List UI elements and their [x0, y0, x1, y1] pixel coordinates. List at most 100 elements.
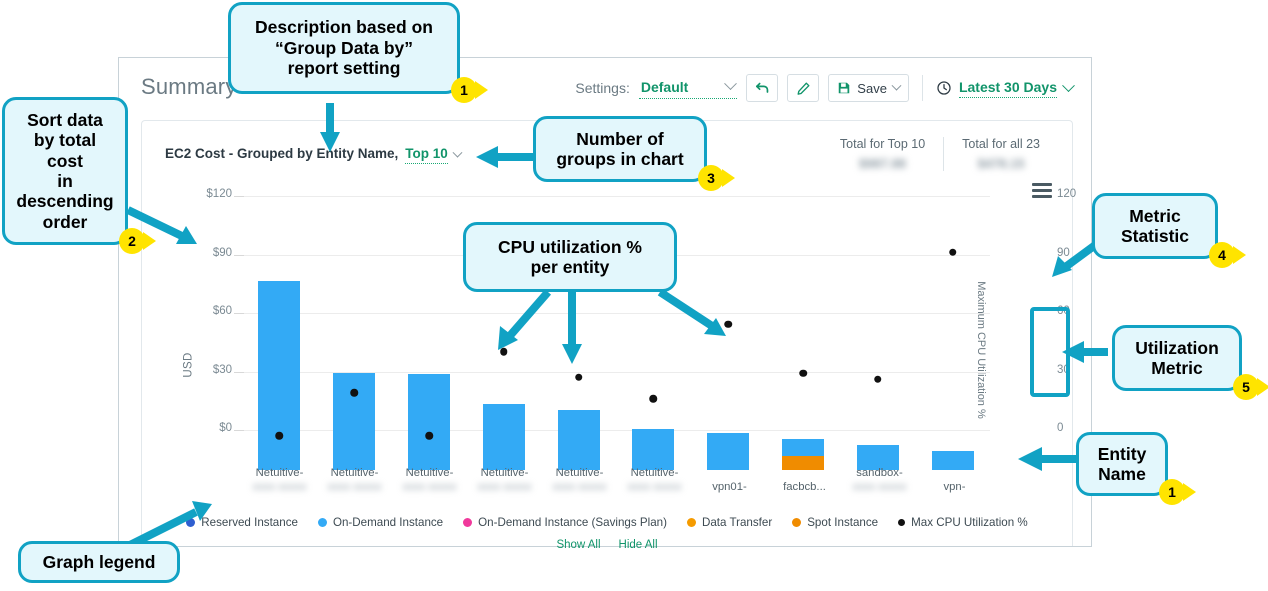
legend-item[interactable]: Spot Instance — [792, 516, 878, 529]
legend-item[interactable]: Reserved Instance — [186, 516, 298, 529]
callout-badge: 3 — [698, 165, 724, 191]
chart-title: EC2 Cost - Grouped by Entity Name, — [165, 146, 399, 161]
x-axis-label-text: sandbox- — [856, 466, 903, 479]
legend-swatch-icon — [463, 518, 473, 527]
bar-segment[interactable] — [557, 409, 600, 470]
cpu-utilization-point[interactable] — [799, 369, 807, 377]
undo-button[interactable] — [746, 74, 779, 102]
cpu-utilization-point[interactable] — [649, 394, 658, 403]
cpu-utilization-point[interactable] — [574, 373, 583, 381]
callout-entity-name-text: Entity Name — [1097, 443, 1147, 484]
legend-swatch-icon — [898, 519, 906, 526]
x-axis-label: Netuitive-xxxx xxxxx — [537, 466, 623, 494]
top-n-value: Top 10 — [405, 146, 448, 164]
callout-badge: 4 — [1209, 242, 1235, 268]
chevron-down-icon — [452, 147, 463, 158]
callout-sort-order: Sort data by total cost in descending or… — [2, 97, 145, 254]
bar[interactable] — [707, 432, 750, 470]
x-axis-label: Netuitive-xxxx xxxxx — [387, 466, 473, 494]
bar-segment[interactable] — [482, 403, 525, 470]
legend-label: Data Transfer — [701, 516, 773, 529]
undo-arrow-icon — [755, 82, 769, 93]
chart-legend: Reserved Instance On-Demand Instance On-De… — [142, 516, 1072, 529]
cpu-utilization-point[interactable] — [500, 347, 508, 356]
bar[interactable] — [333, 372, 376, 470]
cpu-utilization-point[interactable] — [874, 375, 882, 383]
settings-label: Settings: — [575, 80, 630, 96]
x-axis-label-text: Netuitive- — [330, 466, 379, 479]
x-axis-label: Netuitive-xxxx xxxxx — [237, 466, 323, 494]
chart-card: EC2 Cost - Grouped by Entity Name, Top 1… — [141, 120, 1076, 551]
x-axis-label-text: Netuitive- — [555, 466, 604, 479]
callout-badge: 2 — [119, 228, 145, 254]
cpu-utilization-point[interactable] — [948, 248, 957, 256]
top-n-dropdown[interactable]: Top 10 — [405, 146, 463, 164]
callout-description: Description based on “Group Data by” rep… — [228, 2, 477, 103]
x-axis-label: Netuitive-xxxx xxxxx — [312, 466, 398, 494]
cpu-utilization-point[interactable] — [275, 431, 284, 440]
bar-segment[interactable] — [333, 372, 376, 470]
x-axis-label-text: Netuitive- — [405, 466, 454, 479]
save-button[interactable]: Save — [828, 74, 909, 102]
bar-segment[interactable] — [258, 280, 301, 470]
x-axis-label-redacted: xxxx xxxxx — [327, 480, 382, 493]
legend-item[interactable]: Data Transfer — [686, 516, 773, 529]
y2-axis-tick-label: 60 — [1057, 305, 1070, 317]
edit-button[interactable] — [787, 74, 820, 102]
legend-item[interactable]: On-Demand Instance — [317, 516, 444, 529]
callout-cpu-utilization-text: CPU utilization % per entity — [498, 236, 642, 277]
bar[interactable] — [557, 409, 600, 470]
x-axis-label: facbcb... — [762, 480, 848, 494]
legend-label: On-Demand Instance — [332, 516, 444, 529]
cpu-utilization-point[interactable] — [350, 388, 358, 397]
legend-item[interactable]: Max CPU Utilization % — [898, 516, 1028, 529]
bar-segment[interactable] — [782, 456, 824, 470]
total-top-block: Total for Top 10 $987.88 — [822, 137, 943, 171]
total-all-value: $478.15 — [977, 156, 1025, 171]
legend-link[interactable]: Show All — [556, 539, 600, 551]
x-axis-label-redacted: xxxx xxxxx — [852, 480, 907, 493]
total-top-value: $987.88 — [859, 156, 907, 171]
callout-sort-order-text: Sort data by total cost in descending or… — [16, 109, 114, 232]
legend-item[interactable]: On-Demand Instance (Savings Plan) — [463, 516, 667, 529]
bar[interactable] — [482, 403, 525, 470]
settings-preset-value: Default — [640, 78, 689, 95]
callout-badge: 1 — [1159, 479, 1185, 505]
x-axis-label-redacted: xxxx xxxxx — [627, 480, 682, 493]
total-all-label: Total for all 23 — [962, 137, 1040, 151]
callout-utilization-metric-text: Utilization Metric — [1135, 337, 1219, 378]
y-axis-tick-label: $60 — [212, 305, 232, 317]
toolbar-divider — [921, 75, 923, 101]
bar-segment[interactable] — [707, 432, 750, 470]
legend-label: On-Demand Instance (Savings Plan) — [478, 516, 667, 529]
clock-icon — [937, 81, 951, 95]
cpu-utilization-point[interactable] — [724, 320, 732, 329]
callout-utilization-metric: Utilization Metric 5 — [1112, 325, 1259, 400]
bar-segment[interactable] — [632, 429, 675, 470]
cpu-utilization-point[interactable] — [425, 431, 433, 440]
bar-segment[interactable] — [931, 450, 974, 470]
callout-badge: 1 — [451, 77, 477, 103]
bar[interactable] — [632, 429, 675, 470]
legend-swatch-icon — [186, 518, 196, 527]
date-range-value: Latest 30 Days — [958, 79, 1057, 98]
bar[interactable] — [258, 280, 301, 470]
callout-metric-statistic-text: Metric Statistic — [1120, 205, 1190, 246]
total-all-block: Total for all 23 $478.15 — [943, 137, 1058, 171]
callout-cpu-utilization: CPU utilization % per entity — [463, 222, 677, 292]
chevron-down-icon — [724, 77, 738, 91]
date-range-picker[interactable]: Latest 30 Days — [936, 79, 1075, 98]
bar[interactable] — [782, 438, 824, 470]
bar[interactable] — [931, 450, 974, 470]
bar-segment[interactable] — [408, 374, 450, 470]
callout-description-text: Description based on “Group Data by” rep… — [255, 17, 433, 79]
bar-segment[interactable] — [782, 438, 824, 457]
toolbar: Settings: Default Save Latest 30 Days — [575, 74, 1075, 102]
legend-link[interactable]: Hide All — [619, 539, 658, 551]
settings-preset-dropdown[interactable]: Default — [638, 77, 738, 99]
chart-title-row: EC2 Cost - Grouped by Entity Name, Top 1… — [165, 146, 463, 164]
bar[interactable] — [408, 374, 450, 470]
x-axis-label-redacted: xxxx xxxxx — [552, 480, 607, 493]
callout-group-count: Number of groups in chart 3 — [533, 116, 724, 191]
x-axis-label-text: vpn- — [943, 480, 966, 493]
